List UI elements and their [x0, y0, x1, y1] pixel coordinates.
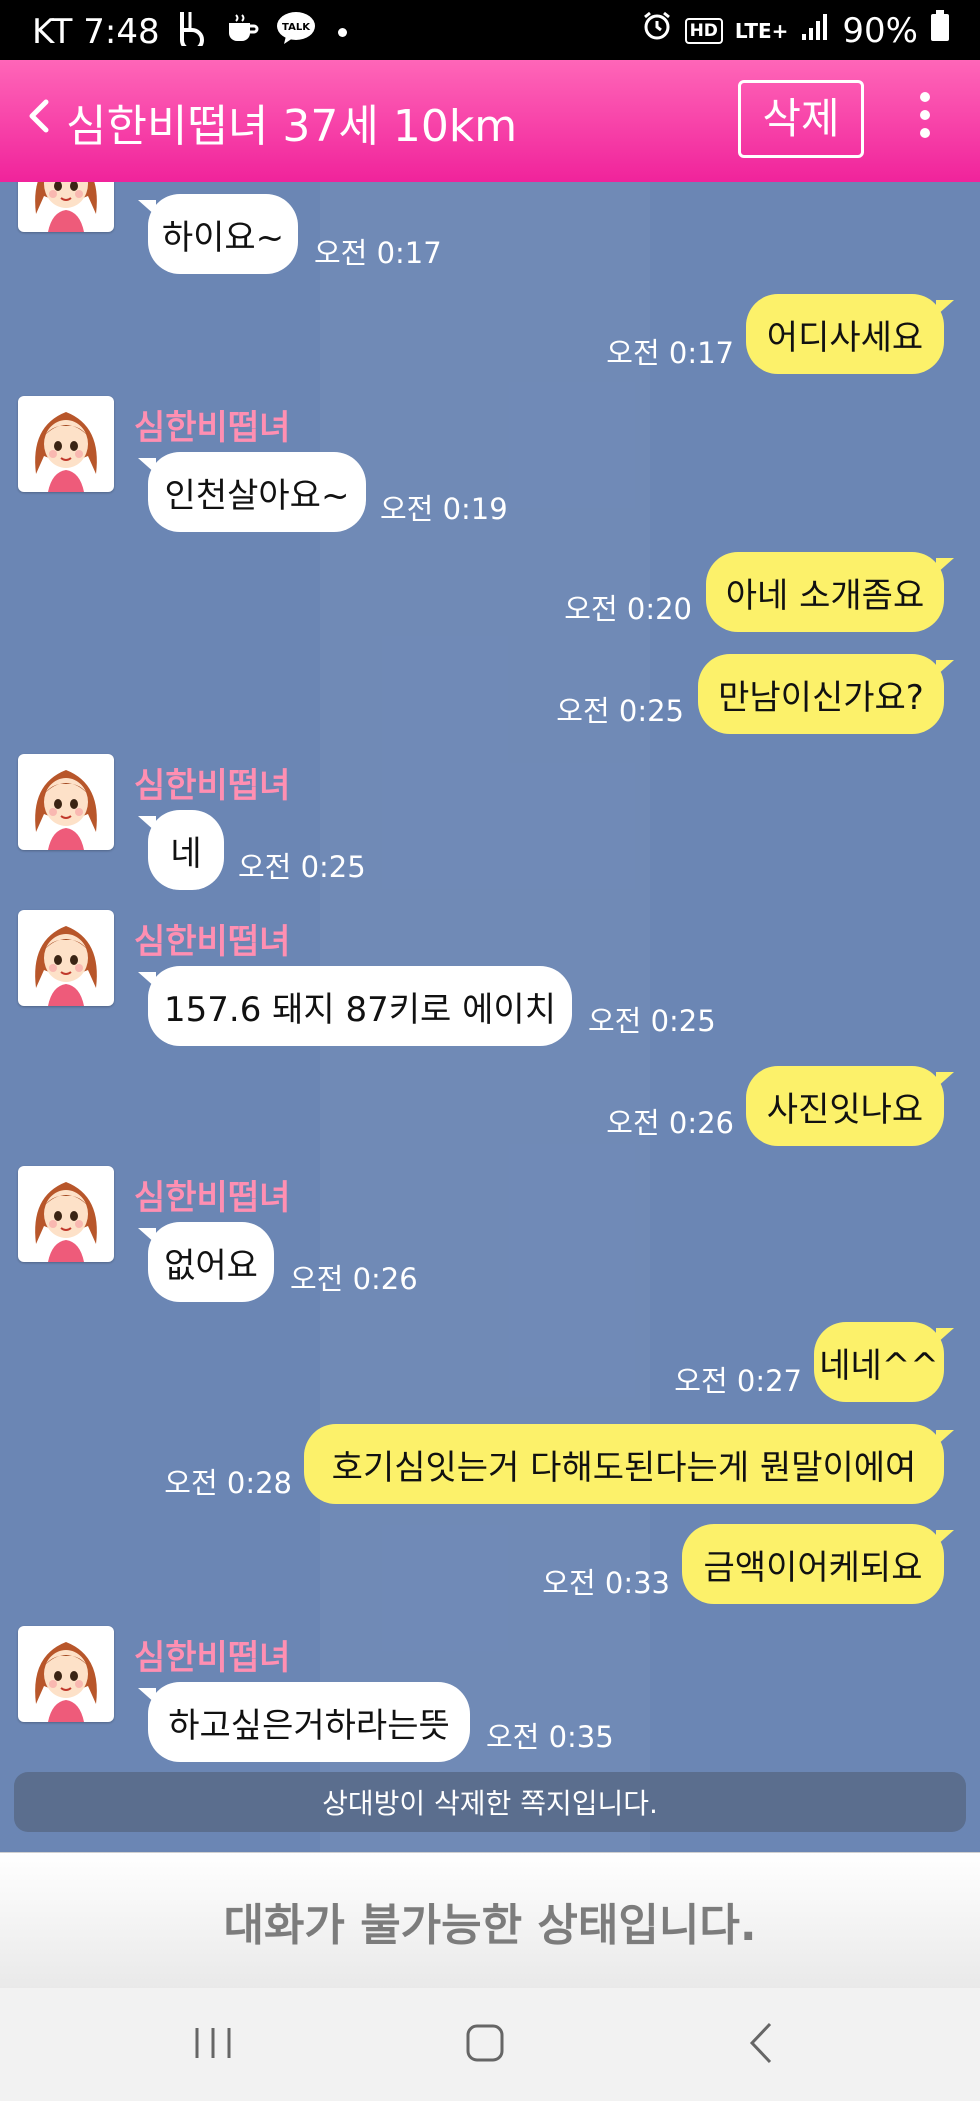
hd-voice-icon: HD	[684, 17, 723, 44]
message-time: 오전 0:35	[486, 1720, 614, 1754]
notification-dot-icon	[337, 27, 347, 37]
message-bubble-incoming[interactable]: 네	[138, 810, 224, 890]
status-bar: KT 7:48 TALK HD LTE+ 90%	[0, 0, 980, 60]
message-time: 오전 0:27	[674, 1364, 802, 1398]
message-time: 오전 0:19	[380, 492, 508, 526]
battery-icon	[930, 10, 950, 51]
sender-name: 심한비떱녀	[134, 766, 291, 806]
message-time: 오전 0:33	[542, 1566, 670, 1600]
message-bubble-outgoing[interactable]: 네네^^	[814, 1322, 954, 1402]
svg-text:TALK: TALK	[282, 22, 311, 33]
sender-name: 심한비떱녀	[134, 408, 291, 448]
coffee-icon	[226, 13, 260, 51]
message-bubble-incoming[interactable]: 하이요~	[138, 194, 298, 274]
message-bubble-outgoing[interactable]: 아네 소개좀요	[706, 552, 954, 632]
chat-disabled-bar: 대화가 불가능한 상태입니다.	[0, 1852, 980, 1989]
battery-percent: 90%	[842, 10, 918, 51]
back-nav-icon[interactable]	[732, 2018, 792, 2068]
deleted-message-notice: 상대방이 삭제한 쪽지입니다.	[14, 1772, 966, 1832]
chat-header: 심한비떱녀 37세 10km 삭제	[0, 60, 980, 182]
sender-name: 심한비떱녀	[134, 922, 291, 962]
message-bubble-incoming[interactable]: 157.6 돼지 87키로 에이치	[138, 966, 572, 1046]
chat-title: 심한비떱녀 37세 10km	[66, 101, 518, 152]
message-time: 오전 0:25	[588, 1004, 716, 1038]
message-bubble-incoming[interactable]: 인천살아요~	[138, 452, 366, 532]
sender-name: 심한비떱녀	[134, 1178, 291, 1218]
avatar[interactable]	[18, 1626, 114, 1722]
message-bubble-incoming[interactable]: 하고싶은거하라는뜻	[138, 1682, 470, 1762]
avatar[interactable]	[18, 754, 114, 850]
message-time: 오전 0:17	[606, 336, 734, 370]
back-arrow-icon[interactable]	[22, 96, 72, 146]
message-time: 오전 0:20	[564, 592, 692, 626]
home-icon[interactable]	[456, 2018, 516, 2068]
more-options-icon[interactable]	[905, 84, 945, 158]
alarm-icon	[641, 10, 673, 51]
message-bubble-outgoing[interactable]: 사진잇나요	[746, 1066, 954, 1146]
sender-name: 심한비떱녀	[134, 1638, 291, 1678]
message-bubble-incoming[interactable]: 없어요	[138, 1222, 274, 1302]
message-bubble-outgoing[interactable]: 어디사세요	[746, 294, 954, 374]
system-navigation-bar	[0, 1988, 980, 2101]
message-time: 오전 0:25	[556, 694, 684, 728]
message-bubble-outgoing[interactable]: 호기심잇는거 다해도된다는게 뭔말이에여	[304, 1424, 954, 1504]
message-bubble-outgoing[interactable]: 금액이어케되요	[682, 1524, 954, 1604]
message-bubble-outgoing[interactable]: 만남이신가요?	[698, 654, 954, 734]
avatar[interactable]	[18, 396, 114, 492]
message-time: 오전 0:26	[606, 1106, 734, 1140]
chat-messages[interactable]: 하이요~ 오전 0:17 어디사세요 오전 0:17 심한비떱녀 인천살아요~ …	[0, 182, 980, 1852]
message-time: 오전 0:26	[290, 1262, 418, 1296]
avatar[interactable]	[18, 910, 114, 1006]
carrier-time: KT 7:48	[32, 12, 160, 52]
recent-apps-icon[interactable]	[183, 2018, 243, 2068]
message-time: 오전 0:17	[314, 236, 442, 270]
delete-button[interactable]: 삭제	[738, 80, 864, 158]
kakaotalk-icon: TALK	[276, 11, 316, 54]
message-time: 오전 0:28	[164, 1466, 292, 1500]
message-time: 오전 0:25	[238, 850, 366, 884]
band-app-icon	[176, 10, 210, 54]
avatar[interactable]	[18, 182, 114, 232]
lte-label: LTE+	[734, 18, 789, 43]
avatar[interactable]	[18, 1166, 114, 1262]
signal-icon	[800, 11, 830, 51]
